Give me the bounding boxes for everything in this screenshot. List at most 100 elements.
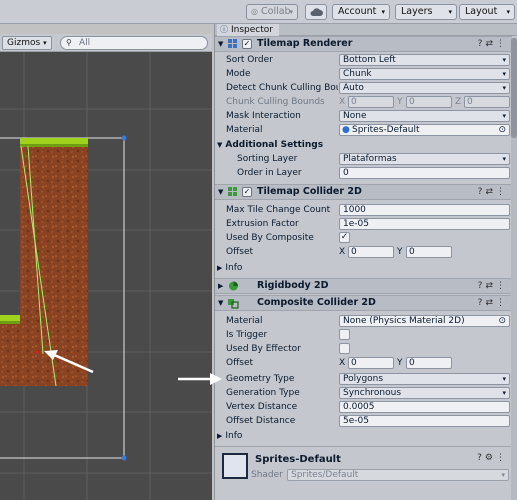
offset-distance-input[interactable]: 5e-05 (339, 415, 510, 427)
used-by-effector-checkbox[interactable] (339, 343, 350, 354)
material-preview-section: Sprites-Default ?⚙⋮ Shader Sprites/Defau… (215, 446, 512, 500)
offset-x-value[interactable]: 0 (348, 246, 394, 258)
used-by-composite-label: Used By Composite (226, 233, 314, 243)
tilemap-renderer-header[interactable]: ▼ ✓ Tilemap Renderer ?⇄⋮ (215, 36, 512, 52)
is-trigger-checkbox[interactable] (339, 329, 350, 340)
vertex-distance-label: Vertex Distance (226, 402, 298, 412)
max-tile-row: Max Tile Change Count 1000 (215, 203, 512, 217)
geometry-type-row: Geometry Type Polygons ▾ (215, 372, 512, 386)
grass-tile (20, 144, 88, 147)
tilemap-collider-header[interactable]: ▼ ✓ Tilemap Collider 2D ?⇄⋮ (215, 184, 512, 200)
collapse-icon[interactable]: ▼ (218, 185, 223, 199)
bounds-handle (121, 135, 127, 141)
tilemap-collider-icon (228, 187, 237, 196)
detect-culling-dropdown[interactable]: Auto ▾ (339, 82, 510, 94)
collab-button[interactable]: Collab ◎ ▾ (246, 4, 298, 20)
mask-interaction-label: Mask Interaction (226, 111, 301, 121)
layers-dropdown[interactable]: Layers ▾ (395, 4, 457, 20)
info-foldout: ▶ Info (217, 263, 243, 273)
collapse-icon[interactable]: ▼ (218, 296, 223, 310)
composite-collider-header[interactable]: ▼ Composite Collider 2D ?⇄⋮ (215, 295, 512, 311)
rigidbody-header[interactable]: ▶ Rigidbody 2D ?⇄⋮ (215, 278, 512, 294)
info-foldout: ▶ Info (217, 431, 243, 441)
chevron-down-icon: ▾ (502, 389, 506, 397)
component-menu-icons[interactable]: ?⇄⋮ (478, 185, 508, 199)
collapse-icon[interactable]: ▼ (217, 141, 222, 149)
sort-order-value: Bottom Left (343, 55, 396, 65)
collider-vertex (35, 350, 39, 354)
gizmos-dropdown[interactable]: Gizmos ▾ (2, 36, 52, 50)
material-menu-icons[interactable]: ?⚙⋮ (477, 453, 508, 463)
sorting-layer-label: Sorting Layer (237, 154, 298, 164)
shader-dropdown[interactable]: Sprites/Default ▾ (287, 469, 509, 481)
mode-dropdown[interactable]: Chunk ▾ (339, 68, 510, 80)
cloud-button[interactable] (305, 4, 327, 20)
order-in-layer-label: Order in Layer (237, 168, 302, 178)
geometry-type-dropdown[interactable]: Polygons ▾ (339, 373, 510, 385)
composite-material-field[interactable]: None (Physics Material 2D) ⊙ (339, 315, 510, 327)
collapse-icon[interactable]: ▼ (218, 37, 223, 51)
sort-order-dropdown[interactable]: Bottom Left ▾ (339, 54, 510, 66)
collab-icon: ◎ (251, 7, 258, 16)
detect-culling-value: Auto (343, 83, 364, 93)
gizmos-label: Gizmos (7, 38, 41, 48)
component-enabled-checkbox[interactable]: ✓ (242, 39, 252, 49)
chevron-down-icon: ▾ (502, 84, 506, 92)
chevron-down-icon: ▾ (501, 471, 505, 479)
component-menu-icons[interactable]: ?⇄⋮ (478, 37, 508, 51)
component-menu-icons[interactable]: ?⇄⋮ (478, 296, 508, 310)
expand-icon[interactable]: ▶ (217, 264, 222, 272)
composite-info-row[interactable]: ▶ Info (215, 429, 512, 443)
material-thumbnail[interactable] (222, 453, 248, 479)
collider-offset-row: Offset X0 Y0 (215, 245, 512, 259)
tab-inspector[interactable]: ⓘ Inspector (217, 24, 279, 36)
main-toolbar: Collab ◎ ▾ Account ▾ Layers ▾ Layout ▾ (0, 0, 517, 24)
vertex-distance-row: Vertex Distance 0.0005 (215, 400, 512, 414)
extrusion-input[interactable]: 1e-05 (339, 218, 510, 230)
expand-icon[interactable]: ▶ (217, 432, 222, 440)
shader-label: Shader (251, 470, 283, 480)
offset-y-value[interactable]: 0 (406, 246, 452, 258)
additional-settings-label: ▼ Additional Settings (217, 140, 324, 150)
composite-offset-x-value[interactable]: 0 (348, 357, 394, 369)
chevron-down-icon: ▾ (506, 8, 510, 16)
scene-toolbar: Gizmos ▾ ⚲ All (0, 34, 212, 52)
collider-offset-label: Offset (226, 247, 254, 257)
sort-order-label: Sort Order (226, 55, 273, 65)
used-by-effector-label: Used By Effector (226, 344, 301, 354)
component-menu-icons[interactable]: ?⇄⋮ (478, 279, 508, 293)
extrusion-label: Extrusion Factor (226, 219, 299, 229)
expand-icon[interactable]: ▶ (218, 279, 223, 293)
scene-view[interactable] (0, 34, 212, 500)
mask-interaction-dropdown[interactable]: None ▾ (339, 110, 510, 122)
additional-settings-row[interactable]: ▼ Additional Settings (215, 138, 512, 152)
chevron-down-icon: ▾ (381, 8, 385, 16)
component-title: Tilemap Collider 2D (257, 186, 362, 197)
sorting-layer-row: Sorting Layer Plataformas ▾ (215, 152, 512, 166)
used-by-composite-checkbox[interactable]: ✓ (339, 232, 350, 243)
object-picker-icon[interactable]: ⊙ (498, 316, 506, 326)
composite-offset-y-value[interactable]: 0 (406, 357, 452, 369)
inspector-scroll-thumb[interactable] (511, 38, 517, 138)
annotation-arrow (178, 373, 222, 385)
culling-bounds-row: Chunk Culling Bounds X0 Y0 Z0 (215, 95, 512, 109)
generation-type-dropdown[interactable]: Synchronous ▾ (339, 387, 510, 399)
vertex-distance-input[interactable]: 0.0005 (339, 401, 510, 413)
scene-canvas[interactable] (0, 34, 212, 500)
max-tile-input[interactable]: 1000 (339, 204, 510, 216)
collider-info-row[interactable]: ▶ Info (215, 261, 512, 275)
chevron-down-icon: ▾ (502, 56, 506, 64)
object-picker-icon[interactable]: ⊙ (498, 125, 506, 135)
layout-dropdown[interactable]: Layout ▾ (459, 4, 515, 20)
sort-order-row: Sort Order Bottom Left ▾ (215, 53, 512, 67)
order-in-layer-input[interactable]: 0 (339, 167, 510, 179)
chevron-down-icon: ▾ (502, 112, 506, 120)
scene-search-input[interactable]: ⚲ All (60, 36, 208, 50)
sorting-layer-dropdown[interactable]: Plataformas ▾ (339, 153, 510, 165)
material-label: Material (226, 125, 263, 135)
geometry-type-value: Polygons (343, 374, 384, 384)
account-dropdown[interactable]: Account ▾ (332, 4, 390, 20)
component-enabled-checkbox[interactable]: ✓ (242, 187, 252, 197)
material-field[interactable]: ● Sprites-Default ⊙ (339, 124, 510, 136)
component-title: Rigidbody 2D (257, 280, 329, 291)
